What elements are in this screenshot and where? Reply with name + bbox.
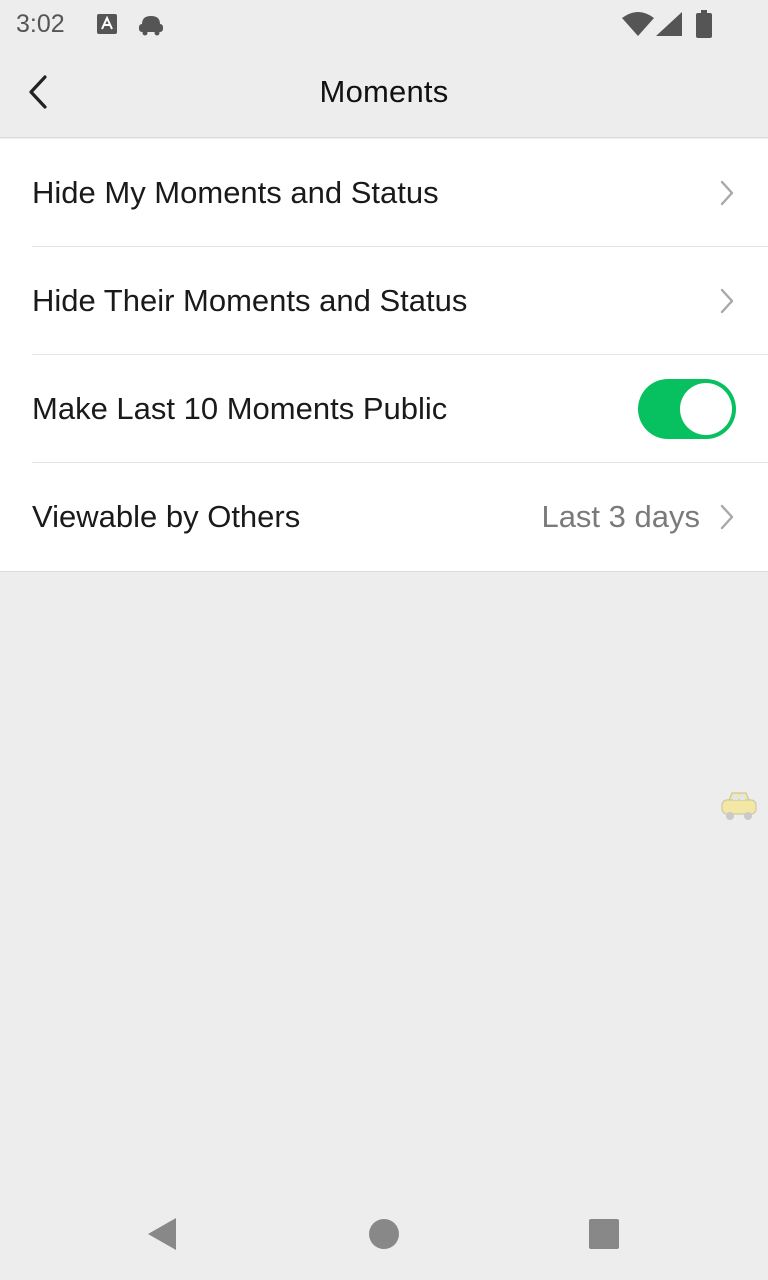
nav-recents-button[interactable] — [580, 1212, 628, 1260]
make-moments-public-row: Make Last 10 Moments Public — [0, 355, 768, 463]
row-label: Make Last 10 Moments Public — [32, 391, 448, 426]
app-bar: Moments — [0, 50, 768, 138]
android-icon — [136, 12, 166, 41]
nav-home-button[interactable] — [360, 1212, 408, 1260]
car-icon[interactable] — [720, 790, 758, 824]
page-title: Moments — [319, 74, 449, 109]
hide-their-moments-row[interactable]: Hide Their Moments and Status — [0, 247, 768, 355]
hide-my-moments-row[interactable]: Hide My Moments and Status — [0, 139, 768, 247]
status-time: 3:02 — [16, 10, 65, 38]
settings-list: Hide My Moments and Status Hide Their Mo… — [0, 139, 768, 572]
status-bar: 3:02 — [0, 0, 768, 50]
row-label: Hide Their Moments and Status — [32, 283, 468, 318]
back-triangle-icon — [146, 1217, 178, 1256]
viewable-range-value: Last 3 days — [541, 499, 700, 534]
home-circle-icon — [368, 1218, 400, 1255]
cell-signal-icon — [656, 12, 682, 41]
make-moments-public-toggle[interactable] — [638, 379, 736, 439]
chevron-right-icon — [718, 287, 736, 315]
battery-icon — [696, 10, 712, 43]
nav-back-button[interactable] — [138, 1212, 186, 1260]
chevron-right-icon — [718, 179, 736, 207]
row-label: Viewable by Others — [32, 499, 301, 534]
wifi-icon — [622, 12, 654, 41]
navigation-bar — [0, 1184, 768, 1280]
recents-square-icon — [588, 1218, 620, 1255]
keyboard-a-icon — [96, 13, 118, 40]
viewable-by-others-row[interactable]: Viewable by Others Last 3 days — [0, 463, 768, 571]
toggle-knob — [680, 383, 732, 435]
row-label: Hide My Moments and Status — [32, 175, 439, 210]
chevron-right-icon — [718, 503, 736, 531]
